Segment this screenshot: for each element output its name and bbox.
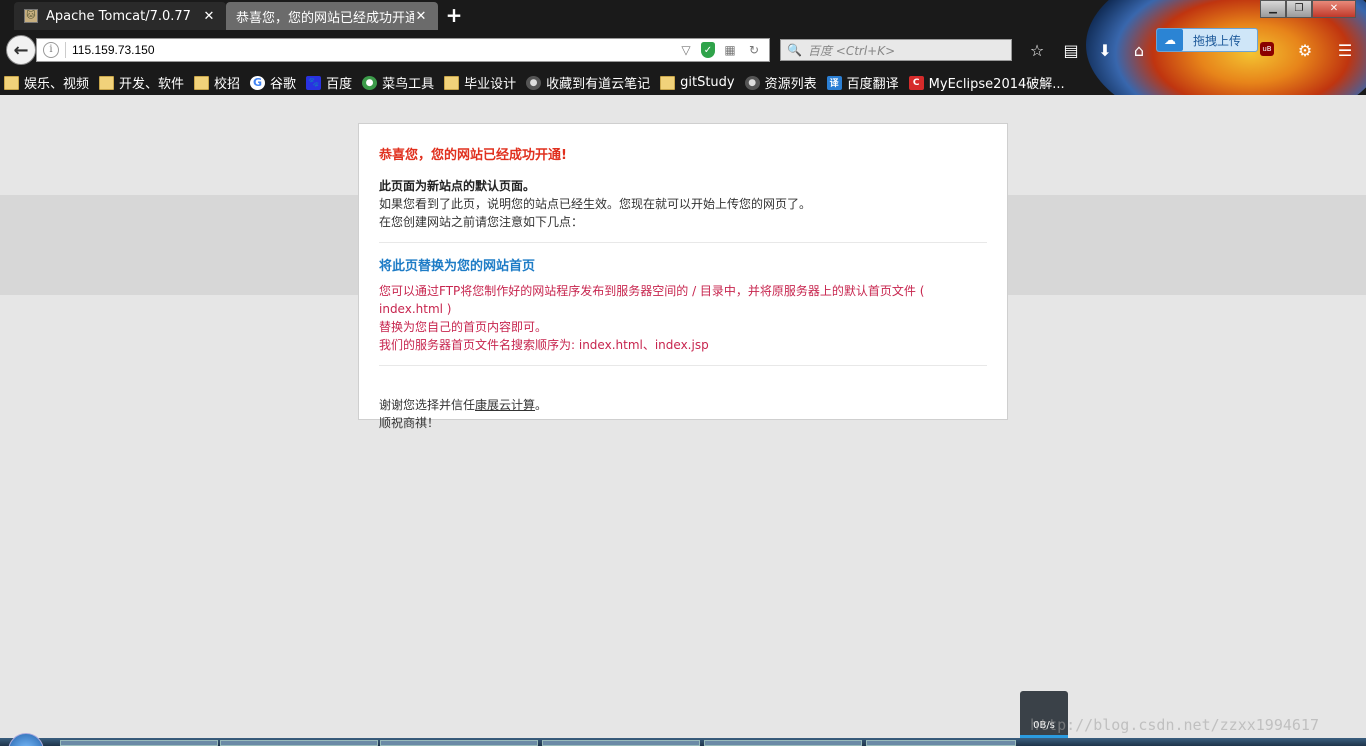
- bookmark-gitstudy[interactable]: gitStudy: [660, 75, 735, 90]
- url-input[interactable]: [72, 43, 677, 57]
- bookmark-label: 百度: [326, 77, 353, 92]
- globe-icon: ●: [744, 75, 760, 90]
- window-controls: ▁ ❐ ✕: [1260, 0, 1356, 18]
- translate-icon: 译: [826, 75, 842, 90]
- company-link[interactable]: 康展云计算: [475, 398, 535, 412]
- bookmark-label: 资源列表: [764, 77, 817, 92]
- taskbar-button[interactable]: [220, 740, 378, 746]
- dropdown-arrow-icon[interactable]: ▽: [677, 41, 695, 59]
- security-shield-icon[interactable]: ✓: [701, 42, 715, 58]
- bookmark-label: 开发、软件: [119, 77, 185, 92]
- toolbar-icons: ☆ ▤ ⬇ ⌂: [1020, 38, 1156, 62]
- qr-code-icon[interactable]: ▦: [721, 41, 739, 59]
- thanks-line: 谢谢您选择并信任康展云计算。: [379, 396, 987, 414]
- csdn-icon: C: [908, 75, 924, 90]
- bookmark-graduation[interactable]: 毕业设计: [444, 73, 516, 92]
- intro-line: 如果您看到了此页，说明您的站点已经生效。您现在就可以开始上传您的网页了。: [379, 197, 812, 211]
- new-tab-button[interactable]: +: [444, 5, 464, 27]
- bookmark-star-icon[interactable]: ☆: [1020, 38, 1054, 62]
- address-bar[interactable]: i ▽ ✓ ▦ ↻: [36, 38, 770, 62]
- divider: [379, 365, 987, 366]
- home-icon[interactable]: ⌂: [1122, 38, 1156, 62]
- folder-icon: [660, 75, 676, 90]
- instruction-line: 替换为您自己的首页内容即可。: [379, 320, 548, 334]
- ublock-icon[interactable]: uB: [1260, 42, 1274, 56]
- taskbar-button[interactable]: [60, 740, 218, 746]
- bookmark-label: 百度翻译: [846, 77, 899, 92]
- bookmark-runoob[interactable]: ● 菜鸟工具: [362, 73, 434, 92]
- reading-list-icon[interactable]: ▤: [1054, 38, 1088, 62]
- bookmark-google[interactable]: G 谷歌: [250, 73, 296, 92]
- section-title: 将此页替换为您的网站首页: [379, 259, 536, 274]
- search-box[interactable]: 🔍 百度 <Ctrl+K>: [780, 39, 1012, 61]
- bookmark-label: 校招: [214, 77, 241, 92]
- menu-icon[interactable]: ☰: [1328, 38, 1362, 62]
- drag-upload-button[interactable]: ☁ 拖拽上传: [1156, 28, 1258, 52]
- taskbar-button[interactable]: [866, 740, 1016, 746]
- bookmark-label: gitStudy: [680, 75, 735, 90]
- start-button[interactable]: [8, 733, 44, 746]
- close-tab-icon[interactable]: ✕: [202, 9, 216, 24]
- bookmark-label: MyEclipse2014破解...: [928, 77, 1065, 92]
- upload-label: 拖拽上传: [1193, 33, 1242, 48]
- bookmark-baidu-translate[interactable]: 译百度翻译: [826, 73, 899, 92]
- bookmark-dev-software[interactable]: 开发、软件: [99, 73, 184, 92]
- bookmark-label: 谷歌: [270, 77, 297, 92]
- taskbar-button[interactable]: [704, 740, 862, 746]
- back-button[interactable]: ←: [6, 35, 36, 65]
- bookmark-entertainment[interactable]: 娱乐、视频: [4, 73, 89, 92]
- runoob-icon: ●: [362, 75, 378, 90]
- bookmark-resources[interactable]: ● 资源列表: [744, 73, 817, 92]
- bookmark-myeclipse[interactable]: C MyEclipse2014破解...: [908, 73, 1065, 92]
- extension-icon[interactable]: ⚙: [1288, 38, 1322, 62]
- browser-chrome: 🐱 Apache Tomcat/7.0.77 ✕ 恭喜您，您的网站已经成功开通!…: [0, 0, 1366, 95]
- bookmark-label: 菜鸟工具: [382, 77, 435, 92]
- youdao-icon: ●: [526, 75, 542, 90]
- site-info-icon[interactable]: i: [43, 42, 59, 58]
- bookmark-label: 娱乐、视频: [24, 77, 90, 92]
- minimize-button[interactable]: ▁: [1260, 0, 1286, 18]
- bookmark-campus-recruit[interactable]: 校招: [194, 73, 240, 92]
- tab-title: Apache Tomcat/7.0.77: [46, 8, 191, 24]
- bookmarks-toolbar: 娱乐、视频 开发、软件 校招 G 谷歌 🐾 百度 ● 菜鸟工具 毕业设计 ● 收藏到有道…: [0, 70, 1366, 95]
- download-icon[interactable]: ⬇: [1088, 38, 1122, 62]
- close-window-button[interactable]: ✕: [1312, 0, 1356, 18]
- baidu-icon: 🐾: [306, 75, 322, 90]
- bookmark-label: 毕业设计: [464, 77, 517, 92]
- tab-current[interactable]: 恭喜您，您的网站已经成功开通! ✕: [226, 2, 438, 30]
- watermark: http://blog.csdn.net/zzxx1994617: [1030, 716, 1319, 734]
- baidu-cloud-icon: ☁: [1157, 29, 1183, 51]
- thanks-suffix: 。: [535, 398, 548, 412]
- page-title: 恭喜您，您的网站已经成功开通!: [379, 148, 567, 163]
- welcome-card: 恭喜您，您的网站已经成功开通! 此页面为新站点的默认页面。 如果您看到了此页，说…: [358, 123, 1008, 430]
- folder-icon: [194, 75, 210, 90]
- taskbar-button[interactable]: [380, 740, 538, 746]
- reload-icon[interactable]: ↻: [745, 41, 763, 59]
- maximize-button[interactable]: ❐: [1286, 0, 1312, 18]
- tab-title: 恭喜您，您的网站已经成功开通!: [236, 10, 414, 26]
- bookmark-baidu[interactable]: 🐾 百度: [306, 73, 352, 92]
- divider: [379, 242, 987, 243]
- tomcat-favicon-icon: 🐱: [24, 9, 38, 23]
- intro-bold-text: 此页面为新站点的默认页面。: [379, 179, 536, 193]
- closing-line: 顺祝商祺！: [379, 416, 440, 430]
- folder-icon: [99, 75, 115, 90]
- thanks-prefix: 谢谢您选择并信任: [379, 398, 476, 412]
- bookmark-label: 收藏到有道云笔记: [546, 77, 651, 92]
- intro-line: 在您创建网站之前请您注意如下几点：: [379, 215, 584, 229]
- instruction-line: 我们的服务器首页文件名搜索顺序为: index.html、index.jsp: [379, 338, 709, 352]
- bookmark-youdao[interactable]: ● 收藏到有道云笔记: [526, 73, 650, 92]
- url-separator: [65, 42, 66, 58]
- tab-tomcat[interactable]: 🐱 Apache Tomcat/7.0.77 ✕: [14, 2, 226, 30]
- close-tab-icon[interactable]: ✕: [414, 9, 428, 24]
- search-placeholder: 百度 <Ctrl+K>: [807, 43, 896, 58]
- folder-icon: [4, 75, 19, 90]
- google-icon: G: [250, 75, 266, 90]
- taskbar-button[interactable]: [542, 740, 700, 746]
- instruction-line: 您可以通过FTP将您制作好的网站程序发布到服务器空间的 / 目录中，并将原服务器…: [379, 284, 925, 316]
- search-icon: 🔍: [787, 43, 802, 57]
- folder-icon: [444, 75, 460, 90]
